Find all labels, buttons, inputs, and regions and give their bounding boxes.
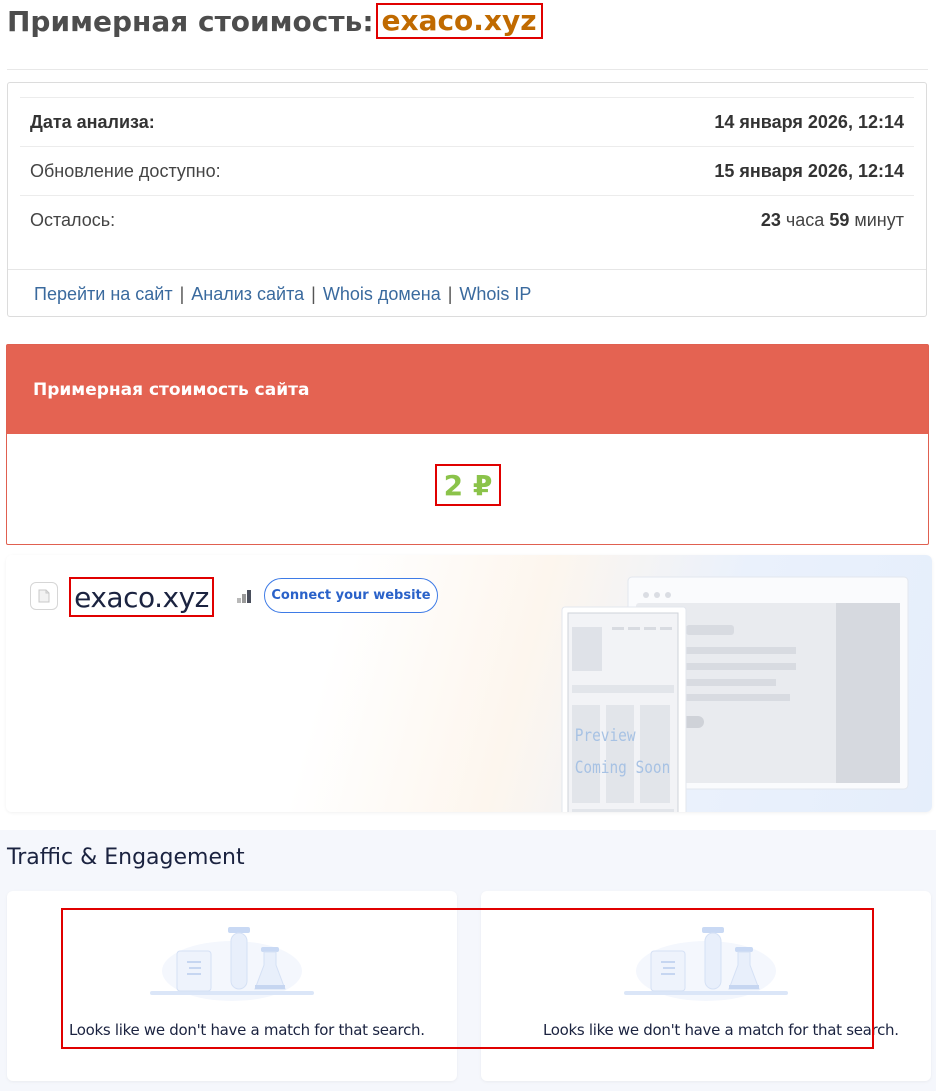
preview-text-line1: Preview [575,725,636,745]
link-whois-ip[interactable]: Whois IP [459,284,531,305]
link-whois-domain[interactable]: Whois домена [323,284,441,305]
estimated-cost-card: Примерная стоимость сайта 2 ₽ [6,344,929,545]
update-available-value: 15 января 2026, 12:14 [714,160,904,181]
info-row-update-available: Обновление доступно: 15 января 2026, 12:… [20,146,914,195]
highlight-frame [61,908,874,1049]
link-separator: | [311,284,316,304]
remaining-hours: 23 [760,209,781,230]
estimated-cost-value: 2 ₽ [435,464,501,506]
estimated-cost-heading: Примерная стоимость сайта [7,345,928,434]
connect-website-button[interactable]: Connect your website [264,578,438,613]
site-links: Перейти на сайт | Анализ сайта | Whois д… [8,269,926,319]
info-row-remaining: Осталось: 23 часа 59 минут [20,195,914,244]
link-site-analysis[interactable]: Анализ сайта [191,284,304,305]
preview-text-line2: Coming Soon [575,757,671,777]
page-title: Примерная стоимость: exaco.xyz [7,2,543,40]
page-title-domain: exaco.xyz [375,3,543,39]
hero-domain-name: exaco.xyz [69,577,214,617]
remaining-value: 23 часа 59 минут [761,210,904,231]
remaining-minutes-unit: минут [854,209,904,230]
divider [7,69,928,70]
info-row-analysis-date: Дата анализа: 14 января 2026, 12:14 [20,97,914,146]
traffic-section-title: Traffic & Engagement [7,845,245,870]
remaining-hours-unit: часа [785,209,825,230]
link-separator: | [179,284,185,304]
remaining-label: Осталось: [30,209,116,230]
analysis-date-label: Дата анализа: [30,111,155,132]
preview-coming-soon-illustration: Preview Coming Soon [561,576,909,812]
analysis-info-card: Дата анализа: 14 января 2026, 12:14 Обно… [7,82,927,317]
page-title-prefix: Примерная стоимость: [7,4,374,38]
link-separator: | [447,284,453,304]
analysis-date-value: 14 января 2026, 12:14 [714,111,904,132]
site-preview-hero: exaco.xyz Connect your website Preview C… [6,555,932,812]
favicon-placeholder-icon [30,582,58,610]
link-go-to-site[interactable]: Перейти на сайт [34,284,173,305]
update-available-label: Обновление доступно: [30,160,221,181]
rank-bars-icon [237,590,251,603]
remaining-minutes: 59 [829,209,850,230]
